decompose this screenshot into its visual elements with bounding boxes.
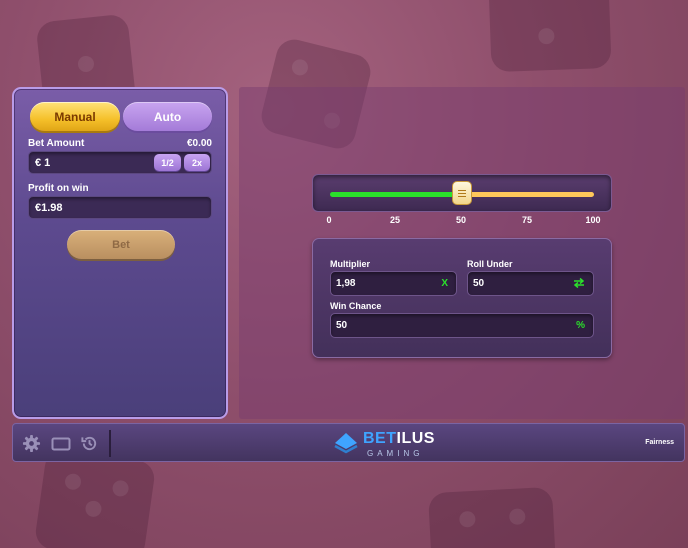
slider-thumb[interactable] — [452, 181, 472, 205]
half-bet-button[interactable]: 1/2 — [154, 154, 181, 171]
bet-amount-value: € 1 — [35, 156, 51, 169]
manual-mode-button[interactable]: Manual — [30, 102, 120, 131]
mode-tabs: Manual Auto — [30, 102, 212, 131]
win-chance-label: Win Chance — [330, 301, 382, 311]
brand-name: BETILUS — [363, 430, 435, 448]
betilus-logo-icon — [334, 433, 358, 454]
roll-under-value: 50 — [473, 278, 485, 289]
dice-icon — [488, 0, 612, 73]
bet-stats-panel: Multiplier 1,98 X Roll Under 50 Win Chan… — [312, 238, 612, 358]
profit-value: €1.98 — [35, 201, 63, 214]
history-icon[interactable] — [79, 433, 100, 454]
bottom-toolbar: BETILUS GAMING Fairness — [12, 423, 685, 462]
win-chance-suffix: % — [576, 320, 585, 331]
slider-tick-label: 100 — [585, 215, 601, 225]
lose-range-track — [462, 192, 594, 197]
game-area: 0 25 50 75 100 Multiplier 1,98 X Roll Un… — [239, 87, 685, 419]
double-bet-button[interactable]: 2x — [184, 154, 210, 171]
win-range-track — [330, 192, 462, 197]
bet-amount-label: Bet Amount — [28, 138, 85, 149]
multiplier-input[interactable]: 1,98 X — [330, 271, 457, 296]
brand-part-2: ILUS — [396, 430, 435, 447]
betilus-logo: BETILUS GAMING — [333, 429, 435, 459]
brand-subtitle: GAMING — [367, 449, 424, 458]
profit-label: Profit on win — [28, 183, 89, 194]
win-chance-input[interactable]: 50 % — [330, 313, 594, 338]
multiplier-value: 1,98 — [336, 278, 356, 289]
profit-on-win-field: €1.98 — [28, 196, 212, 219]
brand-part-1: BET — [363, 430, 397, 447]
roll-slider[interactable] — [312, 174, 612, 212]
roll-under-input[interactable]: 50 — [467, 271, 594, 296]
bet-controls-panel: Manual Auto Bet Amount €0.00 € 1 1/2 2x … — [12, 87, 228, 419]
bet-button[interactable]: Bet — [67, 230, 175, 259]
multiplier-suffix: X — [441, 278, 448, 289]
slider-tick-label: 75 — [521, 215, 533, 225]
fairness-link[interactable]: Fairness — [645, 439, 674, 446]
multiplier-label: Multiplier — [330, 259, 370, 269]
slider-tick-label: 0 — [326, 215, 332, 225]
toolbar-divider — [109, 430, 111, 457]
dice-icon — [33, 447, 157, 548]
slider-tick-label: 50 — [455, 215, 467, 225]
auto-mode-button[interactable]: Auto — [123, 102, 212, 131]
slider-tick-label: 25 — [389, 215, 401, 225]
dice-icon — [427, 486, 557, 548]
gear-icon[interactable] — [21, 433, 42, 454]
bet-amount-total: €0.00 — [186, 138, 212, 149]
swap-arrows-icon[interactable] — [573, 277, 585, 292]
roll-under-label: Roll Under — [467, 259, 513, 269]
screen-icon[interactable] — [50, 433, 71, 454]
win-chance-value: 50 — [336, 320, 348, 331]
